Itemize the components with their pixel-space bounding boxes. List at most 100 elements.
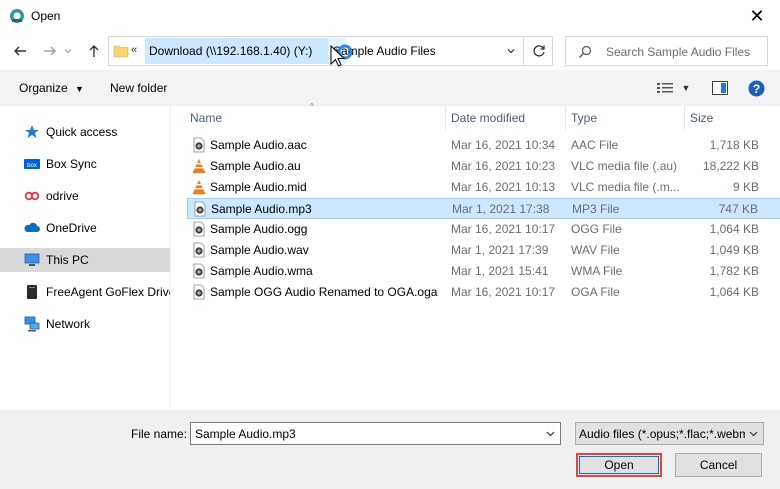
- file-name-value: Sample Audio.mp3: [195, 427, 296, 441]
- preview-pane-icon: [712, 81, 728, 95]
- file-name-label: File name:: [131, 427, 188, 441]
- sidebar-item-box-sync[interactable]: box Box Sync: [0, 152, 170, 176]
- file-size: 747 KB: [718, 202, 758, 216]
- file-type: AAC File: [571, 138, 619, 152]
- column-header-name[interactable]: ^ Name: [171, 102, 445, 130]
- file-size: 9 KB: [732, 180, 759, 194]
- organize-button[interactable]: Organize ▼: [19, 81, 84, 95]
- view-options-dropdown[interactable]: ▼: [680, 79, 692, 97]
- forward-button[interactable]: [40, 41, 60, 61]
- chevron-down-icon: [546, 431, 554, 437]
- sort-ascending-icon: ^: [310, 102, 314, 111]
- preview-pane-button[interactable]: [711, 79, 729, 97]
- recent-locations-button[interactable]: [62, 41, 74, 61]
- column-header-date-modified[interactable]: Date modified: [446, 106, 565, 130]
- box-icon: box: [24, 159, 40, 169]
- sidebar-item-this-pc[interactable]: This PC: [0, 248, 170, 272]
- file-size: 1,064 KB: [709, 285, 759, 299]
- breadcrumb-download[interactable]: Download (\\192.168.1.40) (Y:): [149, 44, 312, 58]
- file-type: MP3 File: [572, 202, 620, 216]
- file-date-modified: Mar 16, 2021 10:17: [451, 222, 556, 236]
- computer-icon: [24, 253, 40, 266]
- cancel-button[interactable]: Cancel: [675, 453, 762, 477]
- search-icon: [579, 45, 592, 58]
- search-input-placeholder: Search Sample Audio Files: [606, 45, 751, 59]
- file-name: Sample Audio.wma: [210, 264, 313, 278]
- sidebar-item-freeagent-goflex-drive[interactable]: FreeAgent GoFlex Drive: [0, 280, 175, 304]
- file-size: 1,718 KB: [709, 138, 759, 152]
- file-type-filter-value: Audio files (*.opus;*.flac;*.webm: [579, 427, 745, 441]
- organize-label: Organize: [19, 81, 68, 95]
- address-dropdown-button[interactable]: [500, 37, 522, 65]
- file-size: 1,782 KB: [709, 264, 759, 278]
- file-date-modified: Mar 16, 2021 10:13: [451, 180, 556, 194]
- file-type-filter-select[interactable]: Audio files (*.opus;*.flac;*.webm: [575, 422, 764, 445]
- sidebar-item-odrive[interactable]: odrive: [0, 184, 170, 208]
- back-arrow-icon: [14, 46, 26, 56]
- sidebar-item-label: Quick access: [46, 125, 118, 139]
- close-button[interactable]: ✕: [734, 0, 780, 32]
- view-details-icon: [657, 83, 673, 93]
- file-date-modified: Mar 1, 2021 17:39: [451, 243, 549, 257]
- file-date-modified: Mar 1, 2021 17:38: [452, 202, 550, 216]
- file-type-dropdown[interactable]: [745, 423, 761, 444]
- help-icon: ?: [748, 80, 764, 96]
- help-button[interactable]: ?: [747, 79, 765, 97]
- file-size: 1,064 KB: [709, 222, 759, 236]
- column-header-label: Type: [571, 111, 598, 125]
- refresh-icon: [532, 45, 545, 57]
- file-name: Sample Audio.aac: [210, 138, 307, 152]
- search-box[interactable]: Search Sample Audio Files: [565, 36, 768, 66]
- column-header-label: Date modified: [451, 111, 526, 125]
- audio-file-icon: [194, 201, 206, 217]
- title-bar: Open ✕: [0, 0, 780, 32]
- file-name: Sample Audio.mid: [210, 180, 307, 194]
- column-header-size[interactable]: Size: [685, 106, 765, 130]
- address-bar[interactable]: « Download (\\192.168.1.40) (Y:) › Sampl…: [108, 36, 553, 66]
- breadcrumb-sample-audio-files[interactable]: Sample Audio Files: [333, 44, 436, 58]
- odrive-icon: [24, 191, 40, 201]
- dialog-footer: File name: Sample Audio.mp3 Audio files …: [0, 410, 780, 489]
- sidebar-item-network[interactable]: Network: [0, 312, 170, 336]
- file-row[interactable]: Sample OGG Audio Renamed to OGA.oga Mar 1…: [187, 282, 780, 303]
- address-overflow[interactable]: «: [131, 44, 137, 56]
- svg-text:?: ?: [752, 81, 759, 95]
- up-arrow-icon: [89, 45, 99, 57]
- audio-file-icon: [193, 137, 205, 153]
- file-type: WAV File: [571, 243, 620, 257]
- up-button[interactable]: [84, 41, 104, 61]
- navigation-bar: « Download (\\192.168.1.40) (Y:) › Sampl…: [0, 32, 780, 70]
- navigation-pane: Quick access box Box Sync odrive OneDriv…: [0, 106, 175, 410]
- file-name-input[interactable]: Sample Audio.mp3: [190, 422, 561, 445]
- file-date-modified: Mar 16, 2021 10:34: [451, 138, 556, 152]
- file-row[interactable]: Sample Audio.mid Mar 16, 2021 10:13 VLC me…: [187, 177, 780, 198]
- file-name-history-dropdown[interactable]: [542, 423, 558, 444]
- file-row[interactable]: Sample Audio.wma Mar 1, 2021 15:41 WMA Fil…: [187, 261, 780, 282]
- audio-file-icon: [193, 221, 205, 237]
- file-size: 18,222 KB: [702, 159, 759, 173]
- change-view-button[interactable]: [656, 79, 674, 97]
- column-header-type[interactable]: Type: [566, 106, 684, 130]
- file-row[interactable]: Sample Audio.wav Mar 1, 2021 17:39 WAV Fil…: [187, 240, 780, 261]
- audio-file-icon: [193, 263, 205, 279]
- chevron-down-icon: [64, 49, 72, 54]
- new-folder-button[interactable]: New folder: [110, 81, 167, 95]
- sidebar-item-quick-access[interactable]: Quick access: [0, 120, 170, 144]
- file-row[interactable]: Sample Audio.au Mar 16, 2021 10:23 VLC med…: [187, 156, 780, 177]
- file-name: Sample Audio.ogg: [210, 222, 308, 236]
- sidebar-item-onedrive[interactable]: OneDrive: [0, 216, 170, 240]
- open-button[interactable]: Open: [576, 453, 662, 477]
- audio-file-icon: [193, 242, 205, 258]
- file-row[interactable]: Sample Audio.ogg Mar 16, 2021 10:17 OGG Fi…: [187, 219, 780, 240]
- file-row[interactable]: Sample Audio.aac Mar 16, 2021 10:34 AAC Fi…: [187, 135, 780, 156]
- chevron-down-icon: ▼: [681, 83, 691, 93]
- file-name: Sample Audio.wav: [210, 243, 309, 257]
- file-date-modified: Mar 16, 2021 10:17: [451, 285, 556, 299]
- file-row[interactable]: Sample Audio.mp3 Mar 1, 2021 17:38 MP3 Fil…: [187, 198, 780, 219]
- back-button[interactable]: [10, 41, 30, 61]
- column-header-label: Name: [190, 111, 223, 125]
- refresh-button[interactable]: [523, 37, 553, 65]
- file-list: ^ Name Date modified Type Size Sample Au…: [171, 102, 780, 410]
- sidebar-item-label: OneDrive: [46, 221, 97, 235]
- app-icon: [10, 9, 24, 23]
